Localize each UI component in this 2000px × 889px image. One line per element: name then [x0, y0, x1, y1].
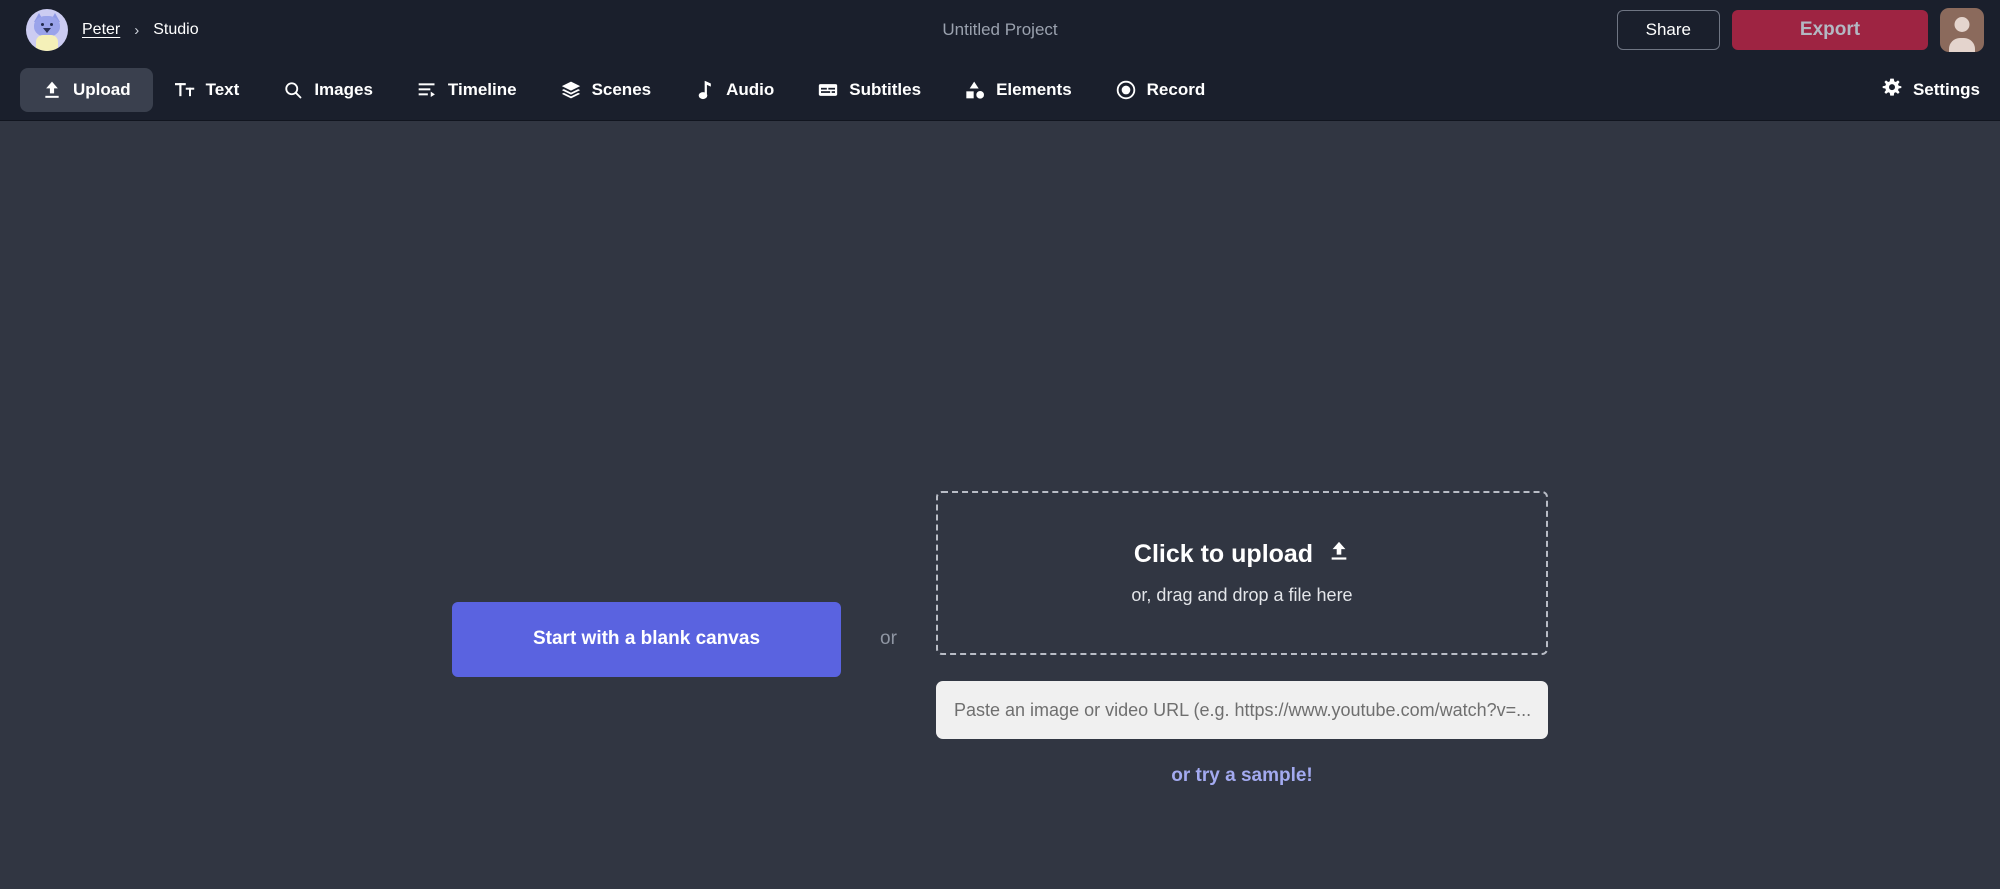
tab-bar: Upload Text Images Timeline Scenes Audio… — [0, 60, 2000, 120]
tab-elements[interactable]: Elements — [943, 68, 1094, 112]
get-started-panel: Start with a blank canvas or Click to up… — [0, 491, 2000, 787]
tab-upload-label: Upload — [73, 80, 131, 99]
gear-icon — [1882, 78, 1902, 103]
tab-elements-label: Elements — [996, 80, 1072, 99]
record-icon — [1116, 80, 1136, 100]
tab-scenes[interactable]: Scenes — [539, 68, 674, 112]
music-note-icon — [695, 80, 715, 100]
main-canvas-area: Start with a blank canvas or Click to up… — [0, 121, 2000, 889]
tab-images-label: Images — [314, 80, 373, 99]
tab-subtitles[interactable]: Subtitles — [796, 68, 943, 112]
tab-record[interactable]: Record — [1094, 68, 1228, 112]
cat-eye-right-icon — [50, 23, 53, 26]
subtitles-icon — [818, 80, 838, 100]
share-button[interactable]: Share — [1616, 10, 1720, 50]
tab-audio[interactable]: Audio — [673, 68, 796, 112]
layers-icon — [561, 80, 581, 100]
start-blank-canvas-button[interactable]: Start with a blank canvas — [452, 601, 841, 677]
breadcrumb-section: Studio — [153, 21, 199, 38]
shapes-icon — [965, 80, 985, 100]
upload-options-column: Click to upload or, drag and drop a file… — [936, 491, 1548, 787]
tab-images[interactable]: Images — [261, 68, 395, 112]
dropzone-title-row: Click to upload — [1134, 540, 1350, 569]
cat-nose-icon — [43, 28, 51, 33]
text-icon — [174, 80, 195, 100]
dropzone-title: Click to upload — [1133, 540, 1314, 568]
timeline-icon — [417, 80, 437, 100]
upload-icon — [42, 80, 62, 100]
settings-label: Settings — [1912, 80, 1980, 99]
tab-text[interactable]: Text — [153, 68, 262, 112]
user-avatar-body-icon — [1949, 38, 1975, 52]
try-sample-link[interactable]: or try a sample! — [1171, 765, 1313, 787]
breadcrumb: Peter › Studio — [26, 9, 199, 51]
tab-timeline[interactable]: Timeline — [395, 68, 539, 112]
cat-eye-left-icon — [41, 23, 44, 26]
tab-scenes-label: Scenes — [591, 80, 652, 99]
header-top-row: Peter › Studio Untitled Project Share Ex… — [0, 0, 2000, 60]
media-url-input[interactable] — [936, 681, 1548, 739]
breadcrumb-user-link[interactable]: Peter — [82, 21, 120, 39]
tab-record-label: Record — [1146, 80, 1206, 99]
tab-text-label: Text — [205, 80, 240, 99]
user-avatar-head-icon — [1954, 17, 1970, 32]
dropzone-subtitle: or, drag and drop a file here — [1131, 585, 1353, 605]
tab-audio-label: Audio — [726, 80, 775, 99]
file-dropzone[interactable]: Click to upload or, drag and drop a file… — [936, 491, 1548, 655]
or-divider-label: or — [880, 628, 897, 649]
export-button[interactable]: Export — [1732, 10, 1928, 50]
search-icon — [283, 80, 303, 100]
cat-head-icon — [34, 16, 60, 37]
studio-app: Peter › Studio Untitled Project Share Ex… — [0, 0, 2000, 889]
tab-upload[interactable]: Upload — [20, 68, 153, 112]
upload-icon — [1328, 540, 1350, 569]
breadcrumb-separator: › — [134, 21, 140, 39]
tab-subtitles-label: Subtitles — [849, 80, 922, 99]
tab-timeline-label: Timeline — [447, 80, 517, 99]
settings-button[interactable]: Settings — [1882, 78, 1980, 103]
app-header: Peter › Studio Untitled Project Share Ex… — [0, 0, 2000, 121]
header-actions: Share Export — [1616, 0, 1984, 60]
cat-body-icon — [36, 35, 58, 51]
avatar[interactable] — [1940, 8, 1984, 52]
cat-avatar-icon[interactable] — [26, 9, 68, 51]
